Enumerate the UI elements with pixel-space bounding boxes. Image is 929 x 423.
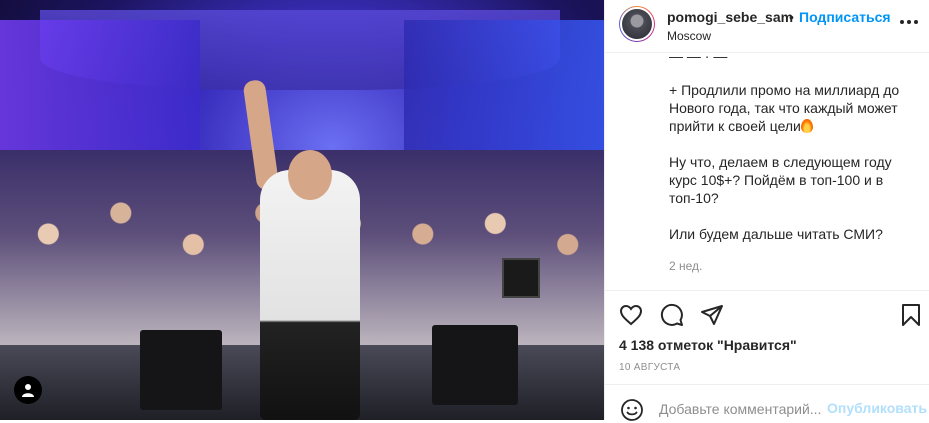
avatar-image [620,7,654,41]
caption-line-3: Или будем дальше читать СМИ? [669,226,883,242]
caption-line-1-text: + Продлили промо на миллиард до Нового г… [669,82,900,134]
post-photo[interactable] [0,0,604,420]
publish-button[interactable]: Опубликовать [827,400,927,416]
comment-input[interactable] [659,399,827,419]
photo-speaker-left [140,330,222,410]
time-ago[interactable]: 2 нед. [669,259,702,273]
username-link[interactable]: pomogi_sebe_sam [667,9,793,25]
post-date: 10 АВГУСТА [619,362,681,373]
follow-button[interactable]: Подписаться [799,9,891,25]
bookmark-icon[interactable] [897,301,925,329]
avatar[interactable] [619,6,655,42]
post-header: pomogi_sebe_sam • Подписаться Moscow [605,0,929,53]
fire-emoji-icon [800,119,813,133]
photo-singer [260,170,360,420]
user-tag-icon[interactable] [14,376,42,404]
share-icon[interactable] [698,301,726,329]
photo-singer-head [288,150,332,200]
heart-icon[interactable] [617,301,645,329]
caption-cut-line: — — · — [669,53,728,64]
location-link[interactable]: Moscow [667,29,711,43]
caption-scroll-area[interactable]: — — · — + Продлили промо на миллиард до … [605,53,929,290]
likes-count[interactable]: 4 138 отметок "Нравится" [619,337,797,353]
action-bar [605,290,929,337]
caption-text: + Продлили промо на миллиард до Нового г… [669,81,914,261]
separator-dot: • [789,9,794,25]
photo-tablet-screen [502,258,540,298]
more-icon[interactable] [897,10,921,34]
comment-bar: Опубликовать [605,384,929,421]
emoji-icon[interactable] [619,397,645,423]
caption-line-1: + Продлили промо на миллиард до Нового г… [669,81,914,135]
photo-speaker-right [432,325,518,405]
comment-icon[interactable] [658,301,686,329]
caption-line-2: Ну что, делаем в следующем году курс 10$… [669,154,892,206]
